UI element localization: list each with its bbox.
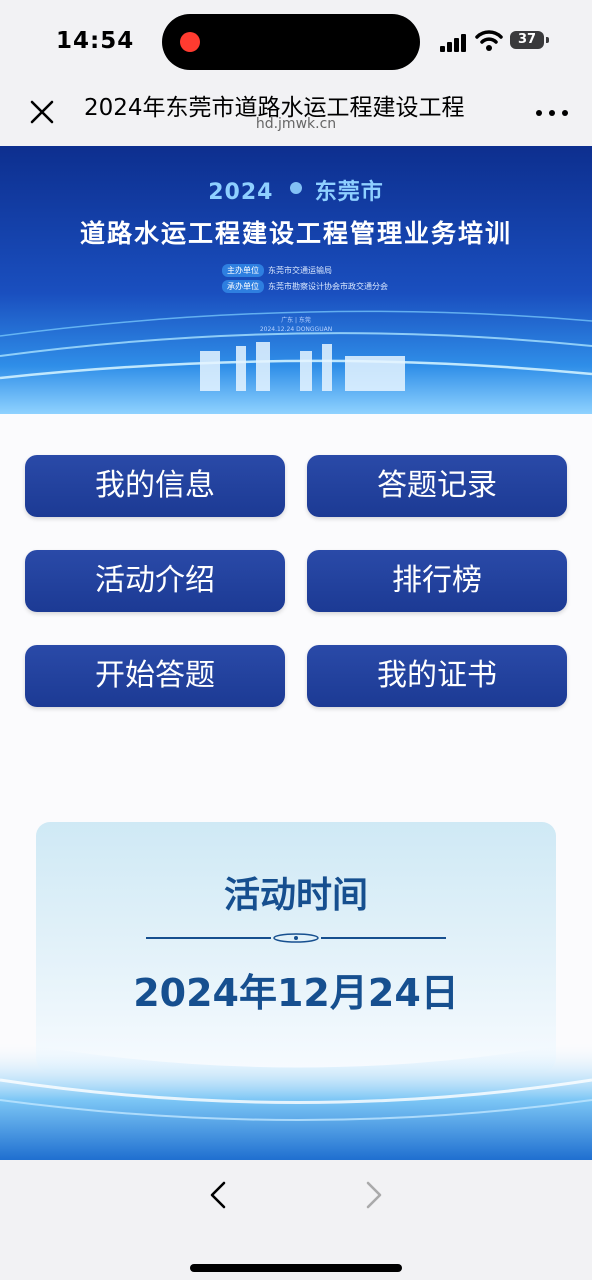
banner-date: 2024.12.24 DONGGUAN xyxy=(259,326,333,333)
event-banner: 2024 东莞市 道路水运工程建设工程管理业务培训 主办单位 东莞市交通运输局 承… xyxy=(0,146,592,414)
home-indicator[interactable] xyxy=(190,1264,402,1272)
banner-city: 东莞市 xyxy=(314,180,384,205)
banner-year-city: 2024 东莞市 xyxy=(0,174,592,206)
leaderboard-button[interactable]: 排行榜 xyxy=(307,550,567,612)
back-arrow-icon[interactable] xyxy=(204,1180,234,1210)
banner-organizer: 承办单位 东莞市勘察设计协会市政交通分会 xyxy=(222,280,388,293)
host-name: 东莞市交通运输局 xyxy=(268,266,332,275)
recording-indicator-icon xyxy=(180,32,200,52)
organizer-name: 东莞市勘察设计协会市政交通分会 xyxy=(268,282,388,291)
page-domain: hd.jmwk.cn xyxy=(255,116,337,132)
more-options-icon[interactable] xyxy=(536,106,568,118)
banner-location: 广东 | 东莞 xyxy=(281,317,311,324)
dynamic-island xyxy=(162,14,420,70)
start-quiz-button[interactable]: 开始答题 xyxy=(25,645,285,707)
battery-icon: 37 xyxy=(510,31,549,49)
status-time: 14:54 xyxy=(56,28,135,54)
decorative-waves xyxy=(0,1040,592,1160)
cellular-signal-icon xyxy=(440,32,470,52)
browser-navbar: 2024年东莞市道路水运工程建设工程 hd.jmwk.cn xyxy=(0,84,592,146)
ornament-divider-icon xyxy=(146,933,446,943)
my-certificate-button[interactable]: 我的证书 xyxy=(307,645,567,707)
wifi-icon xyxy=(475,30,503,51)
banner-year: 2024 xyxy=(208,180,274,205)
status-bar: 14:54 37 xyxy=(0,0,592,84)
banner-host: 主办单位 东莞市交通运输局 xyxy=(222,264,332,277)
browser-bottom-bar xyxy=(0,1160,592,1280)
activity-intro-button[interactable]: 活动介绍 xyxy=(25,550,285,612)
host-label: 主办单位 xyxy=(222,264,264,277)
organizer-label: 承办单位 xyxy=(222,280,264,293)
activity-time-heading: 活动时间 xyxy=(223,875,368,916)
answer-records-button[interactable]: 答题记录 xyxy=(307,455,567,517)
my-info-button[interactable]: 我的信息 xyxy=(25,455,285,517)
banner-location-date: 广东 | 东莞 2024.12.24 DONGGUAN xyxy=(0,316,592,334)
forward-arrow-icon[interactable] xyxy=(358,1180,388,1210)
banner-main-title: 道路水运工程建设工程管理业务培训 xyxy=(79,219,512,248)
